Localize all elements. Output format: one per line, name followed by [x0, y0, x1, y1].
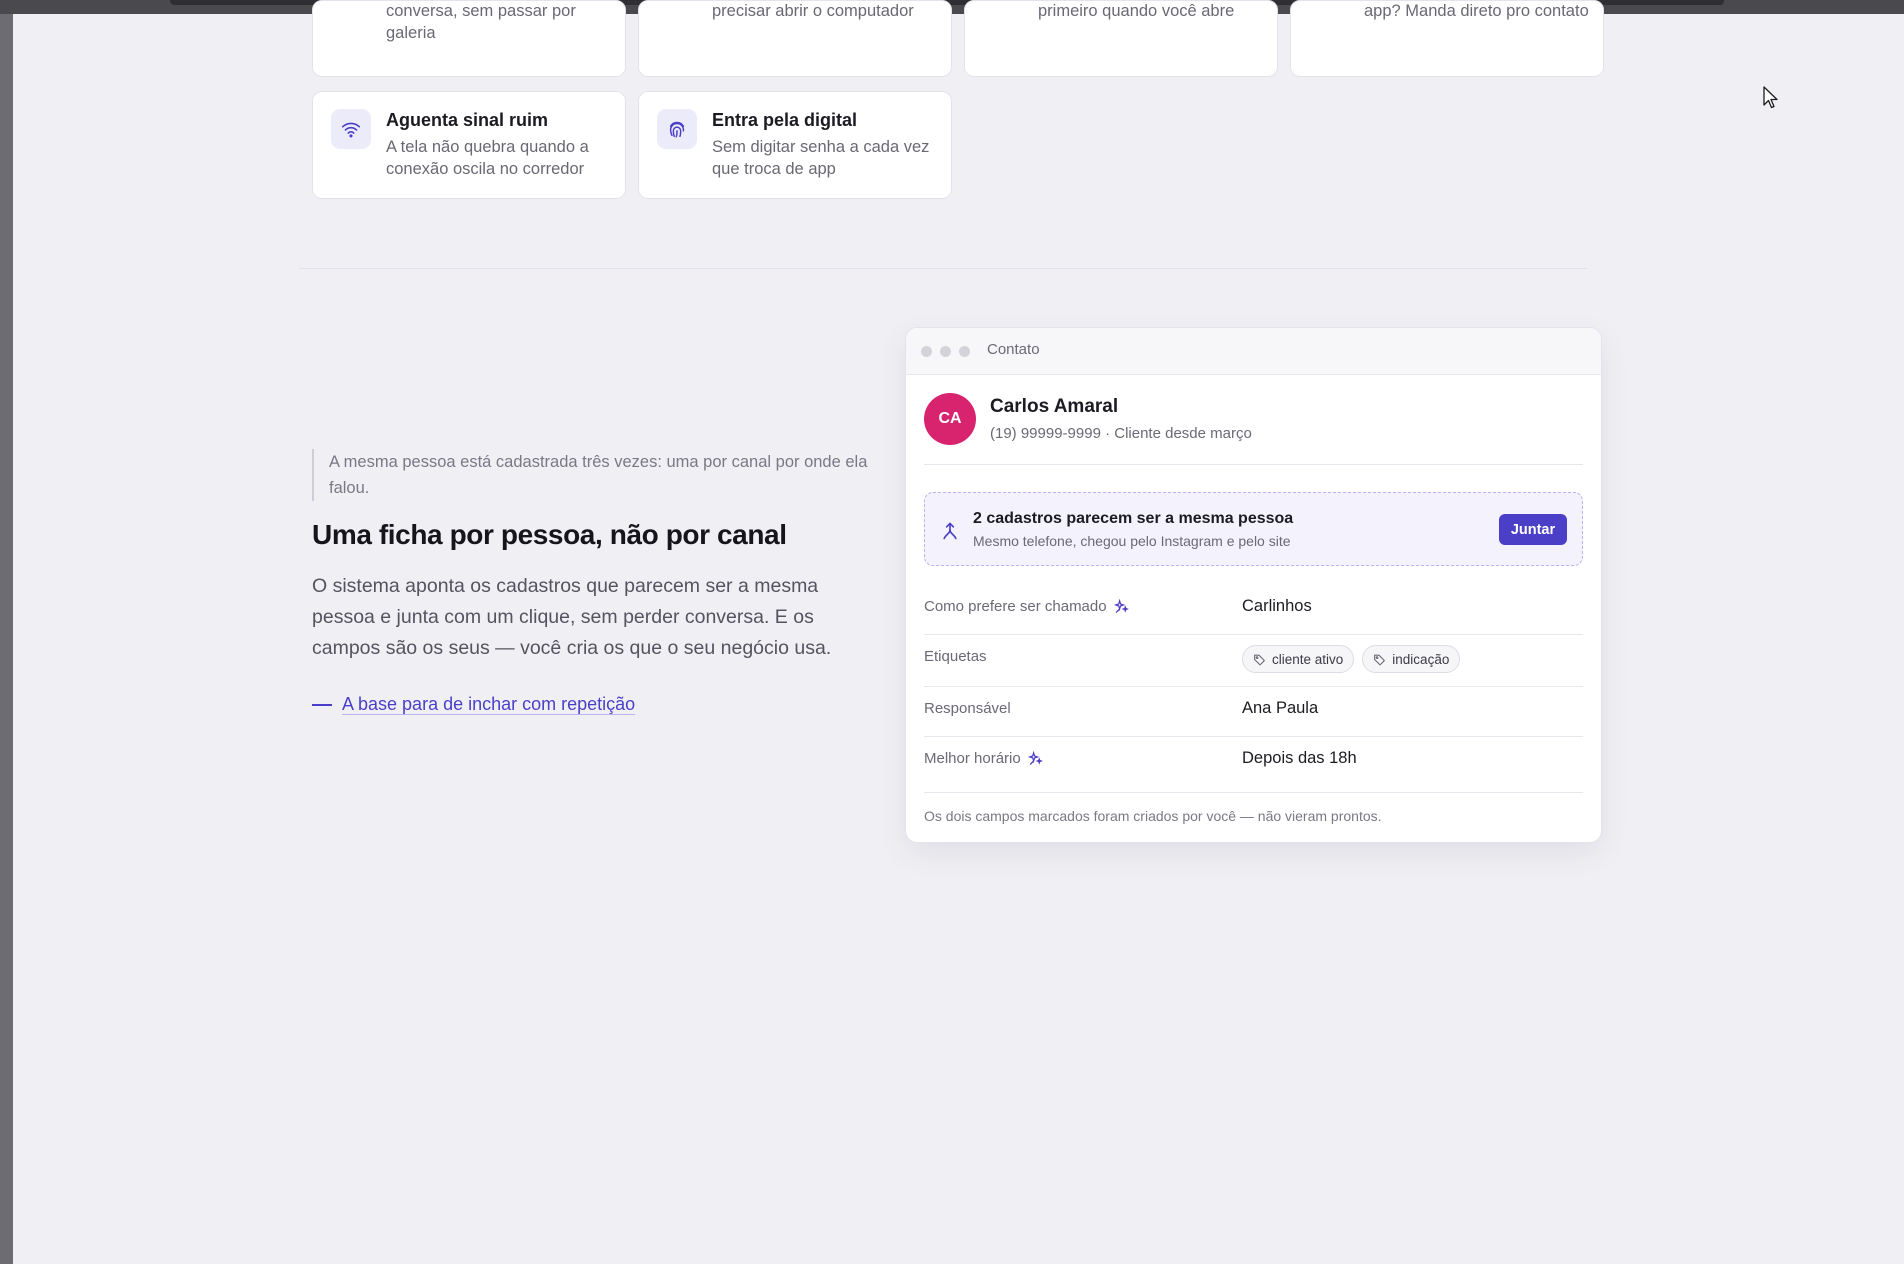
- tag-icon: [1254, 654, 1265, 665]
- page: conversa, sem passar por galeria precisa…: [13, 0, 1904, 1264]
- section-body: O sistema aponta os cadastros que parece…: [312, 575, 832, 659]
- feature-desc-line: galeria: [386, 24, 436, 42]
- duplicate-alert: 2 cadastros parecem ser a mesma pessoa M…: [924, 492, 1583, 566]
- merge-button[interactable]: Juntar: [1499, 514, 1567, 545]
- window-dot: [940, 346, 951, 357]
- window-left-edge: [0, 0, 13, 1264]
- sparkle-icon: [1113, 599, 1129, 613]
- feature-desc-line: Sem digitar senha a cada vez: [712, 138, 930, 156]
- field-value[interactable]: Depois das 18h: [1242, 749, 1357, 768]
- tag-chip[interactable]: indicação: [1362, 645, 1461, 673]
- window-titlebar: Contato: [906, 328, 1601, 375]
- link-dash: [312, 703, 332, 706]
- section-divider: [299, 268, 1587, 269]
- fingerprint-icon: [657, 109, 697, 149]
- feature-title: Aguenta sinal ruim: [386, 110, 549, 130]
- window-dot: [921, 346, 932, 357]
- feature-card-weak-signal: Aguenta sinal ruim A tela não quebra qua…: [312, 91, 626, 199]
- tag-list: cliente ativo indicação: [1242, 645, 1468, 673]
- footnote: Os dois campos marcados foram criados po…: [924, 808, 1382, 824]
- tag-label: cliente ativo: [1272, 651, 1344, 667]
- field-label: Etiquetas: [924, 648, 987, 665]
- field-row-tags: Etiquetas cliente ativo indicação: [924, 634, 1583, 687]
- section-link-text[interactable]: A base para de inchar com repetição: [342, 694, 635, 715]
- field-label-text: Responsável: [924, 700, 1011, 717]
- feature-card-fingerprint: Entra pela digital Sem digitar senha a c…: [638, 91, 952, 199]
- field-label-text: Etiquetas: [924, 648, 987, 665]
- sparkle-icon: [1027, 751, 1043, 765]
- window-dot: [959, 346, 970, 357]
- field-row-best-time: Melhor horário Depois das 18h: [924, 736, 1583, 793]
- duplicate-title: 2 cadastros parecem ser a mesma pessoa: [973, 510, 1294, 527]
- field-label: Responsável: [924, 700, 1011, 717]
- tag-label: indicação: [1392, 651, 1450, 667]
- field-value[interactable]: Ana Paula: [1242, 699, 1318, 718]
- header-separator: [924, 464, 1583, 465]
- wifi-icon: [331, 109, 371, 149]
- tag-icon: [1374, 654, 1386, 665]
- field-label-text: Melhor horário: [924, 750, 1021, 767]
- feature-desc-line: conexão oscila no corredor: [386, 160, 585, 178]
- field-label: Como prefere ser chamado: [924, 598, 1129, 615]
- feature-desc-line: A tela não quebra quando a: [386, 138, 589, 156]
- field-row-owner: Responsável Ana Paula: [924, 686, 1583, 737]
- duplicate-subtitle: Mesmo telefone, chegou pelo Instagram e …: [973, 533, 1291, 549]
- field-label: Melhor horário: [924, 750, 1043, 767]
- section-quote: A mesma pessoa está cadastrada três veze…: [312, 449, 869, 501]
- field-row-nickname: Como prefere ser chamado Carlinhos: [924, 584, 1583, 635]
- feature-desc-line: conversa, sem passar por: [386, 2, 576, 20]
- avatar: CA: [924, 393, 976, 445]
- contact-name: Carlos Amaral: [990, 396, 1119, 417]
- field-label-text: Como prefere ser chamado: [924, 598, 1107, 615]
- window-title: Contato: [987, 341, 1040, 358]
- section-headline: Uma ficha por pessoa, não por canal: [312, 519, 787, 550]
- field-value[interactable]: Carlinhos: [1242, 597, 1312, 616]
- tag-chip[interactable]: cliente ativo: [1242, 645, 1355, 673]
- feature-card: app? Manda direto pro contato: [1290, 0, 1604, 77]
- mouse-cursor-icon: [1763, 86, 1778, 109]
- feature-card: precisar abrir o computador: [638, 0, 952, 77]
- feature-desc-line: primeiro quando você abre: [1038, 2, 1235, 20]
- section-link[interactable]: A base para de inchar com repetição: [312, 694, 635, 715]
- feature-desc-line: app? Manda direto pro contato: [1364, 2, 1589, 20]
- feature-desc-line: que troca de app: [712, 160, 836, 178]
- feature-card: primeiro quando você abre: [964, 0, 1278, 77]
- contact-meta: (19) 99999-9999 · Cliente desde março: [990, 425, 1252, 442]
- contact-window: Contato CA Carlos Amaral (19) 99999-9999…: [905, 327, 1602, 843]
- browser-top-bar: [0, 0, 1904, 14]
- merge-icon: [943, 522, 957, 540]
- feature-desc-line: precisar abrir o computador: [712, 2, 914, 20]
- feature-title: Entra pela digital: [712, 110, 858, 130]
- feature-card: conversa, sem passar por galeria: [312, 0, 626, 77]
